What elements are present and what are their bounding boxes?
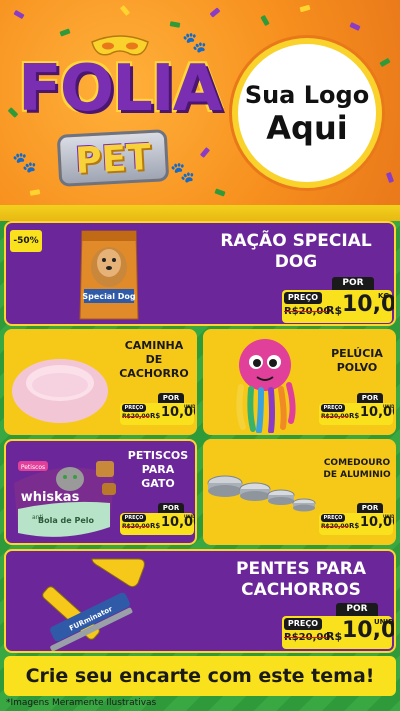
header-banner: 🐾 🐾 🐾 FOLIA PET Sua Logo Aqui — [0, 0, 400, 218]
product-title-line: POLVO — [336, 361, 378, 374]
discount-badge: -50% — [10, 230, 42, 252]
confetti — [59, 28, 71, 37]
price-tag: PREÇO R$20,00 R$ 10,00 UNID — [319, 513, 395, 535]
confetti — [119, 5, 131, 16]
price-tag: PREÇO R$20,00 R$ 10,00 UNID — [282, 616, 394, 649]
old-price: R$20,00 — [122, 413, 150, 420]
price-por-label: POR — [336, 603, 378, 616]
aluminum-bowls-image — [207, 475, 316, 512]
dog-food-bag-label: Special Dog — [82, 292, 135, 301]
treats-package-sub: Bola de Pelo — [38, 516, 94, 525]
old-price: R$20,00 — [321, 523, 349, 530]
price-currency: R$ — [326, 630, 343, 643]
price-unit: KG — [378, 292, 390, 300]
product-title: COMEDOURO DE ALUMINIO — [315, 457, 394, 481]
price-unit: UNID — [383, 514, 395, 519]
price-preco-label: PREÇO — [321, 404, 345, 412]
price-currency: R$ — [326, 304, 343, 317]
product-title-line: CAMINHA — [124, 339, 184, 352]
treats-package-top: Petiscos — [21, 464, 45, 471]
confetti — [169, 21, 181, 28]
event-logo-title: FOLIA — [18, 52, 222, 126]
confetti — [349, 22, 361, 31]
confetti — [214, 188, 226, 197]
product-title-line: COMEDOURO — [323, 458, 391, 468]
treats-package-brand: whiskas — [21, 490, 80, 505]
old-price: R$20,00 — [284, 632, 331, 643]
price-preco-label: PREÇO — [122, 404, 146, 412]
product-title-line: RAÇÃO SPECIAL — [220, 231, 372, 251]
price-por-label: POR — [158, 393, 184, 403]
paw-icon: 🐾 — [12, 150, 37, 174]
product-title: RAÇÃO SPECIAL DOG — [196, 231, 394, 273]
dog-food-bag-image: Special Dog — [79, 230, 139, 320]
confetti — [299, 4, 311, 13]
brand-logo-placeholder[interactable]: Sua Logo Aqui — [232, 38, 382, 188]
product-title-line: PENTES PARA — [236, 559, 366, 579]
product-card-pentes[interactable]: FURminator PENTES PARA CACHORROS POR PRE… — [4, 549, 396, 653]
paw-icon: 🐾 — [170, 160, 195, 184]
price-unit: UNID — [383, 404, 395, 409]
event-logo-subtitle: PET — [74, 137, 152, 182]
price-por-label: POR — [357, 393, 383, 403]
product-title-line: PARA — [141, 463, 175, 476]
price-preco-label: PREÇO — [284, 292, 322, 304]
confetti — [260, 14, 270, 27]
price-preco-label: PREÇO — [122, 514, 146, 522]
dog-comb-image: FURminator — [42, 558, 145, 651]
product-title-line: PELÚCIA — [331, 347, 383, 360]
product-card-racao[interactable]: Special Dog RAÇÃO SPECIAL DOG POR PREÇO … — [4, 221, 396, 326]
confetti — [29, 189, 41, 196]
product-card-pelucia[interactable]: PELÚCIA POLVO POR PREÇO R$20,00 R$ 10,00… — [203, 329, 396, 435]
old-price: R$20,00 — [122, 523, 150, 530]
product-title: CAMINHA DE CACHORRO — [110, 339, 195, 381]
price-tag: PREÇO R$20,00 R$ 10,00 UNID — [120, 403, 196, 425]
product-title: PETISCOS PARA GATO — [118, 449, 195, 491]
product-title-line: DOG — [274, 252, 318, 272]
product-title-line: CACHORRO — [119, 367, 189, 380]
octopus-plush-image — [236, 339, 296, 433]
price-unit: UNID — [184, 404, 196, 409]
price-currency: R$ — [150, 522, 161, 530]
whiskas-treats-image: Petiscos whiskas anti Bola de Pelo — [14, 461, 116, 537]
dog-bed-image — [12, 359, 108, 423]
price-preco-label: PREÇO — [321, 514, 345, 522]
price-currency: R$ — [349, 412, 360, 420]
product-title-line: CACHORROS — [241, 580, 361, 600]
brand-logo-line-1: Sua Logo — [244, 81, 370, 109]
confetti — [199, 147, 211, 158]
header-divider — [0, 205, 400, 221]
price-por-label: POR — [357, 503, 383, 513]
price-currency: R$ — [150, 412, 161, 420]
price-por-label: POR — [158, 503, 184, 513]
confetti — [209, 7, 221, 18]
product-title-line: PETISCOS — [127, 449, 189, 462]
cta-banner[interactable]: Crie seu encarte com este tema! — [4, 656, 396, 696]
product-card-caminha[interactable]: CAMINHA DE CACHORRO POR PREÇO R$20,00 R$… — [4, 329, 197, 435]
price-tag: PREÇO R$20,00 R$ 10,00 UNID — [120, 513, 196, 535]
old-price: R$20,00 — [284, 306, 331, 317]
confetti — [13, 9, 25, 20]
confetti — [385, 171, 395, 184]
disclaimer-text: *Imagens Meramente Ilustrativas — [6, 698, 157, 708]
confetti — [379, 57, 391, 68]
product-title: PELÚCIA POLVO — [317, 347, 394, 375]
price-por-label: POR — [332, 277, 374, 290]
product-card-comedouro[interactable]: COMEDOURO DE ALUMINIO POR PREÇO R$20,00 … — [203, 439, 396, 545]
confetti — [7, 107, 19, 118]
old-price: R$20,00 — [321, 413, 349, 420]
product-title-line: GATO — [141, 477, 175, 490]
product-title-line: DE — [145, 353, 163, 366]
brand-logo-line-2: Aqui — [266, 109, 348, 147]
price-preco-label: PREÇO — [284, 618, 322, 630]
product-card-petiscos[interactable]: Petiscos whiskas anti Bola de Pelo PETIS… — [4, 439, 197, 545]
event-logo-plate: PET — [56, 129, 170, 187]
price-currency: R$ — [349, 522, 360, 530]
price-tag: PREÇO R$20,00 R$ 10,00 UNID — [319, 403, 395, 425]
price-unit: UNID — [184, 514, 196, 519]
price-unit: UNID — [374, 618, 394, 626]
product-title-line: DE ALUMINIO — [323, 470, 391, 480]
price-tag: PREÇO R$20,00 R$ 10,00 KG — [282, 290, 394, 323]
product-title: PENTES PARA CACHORROS — [206, 559, 394, 601]
